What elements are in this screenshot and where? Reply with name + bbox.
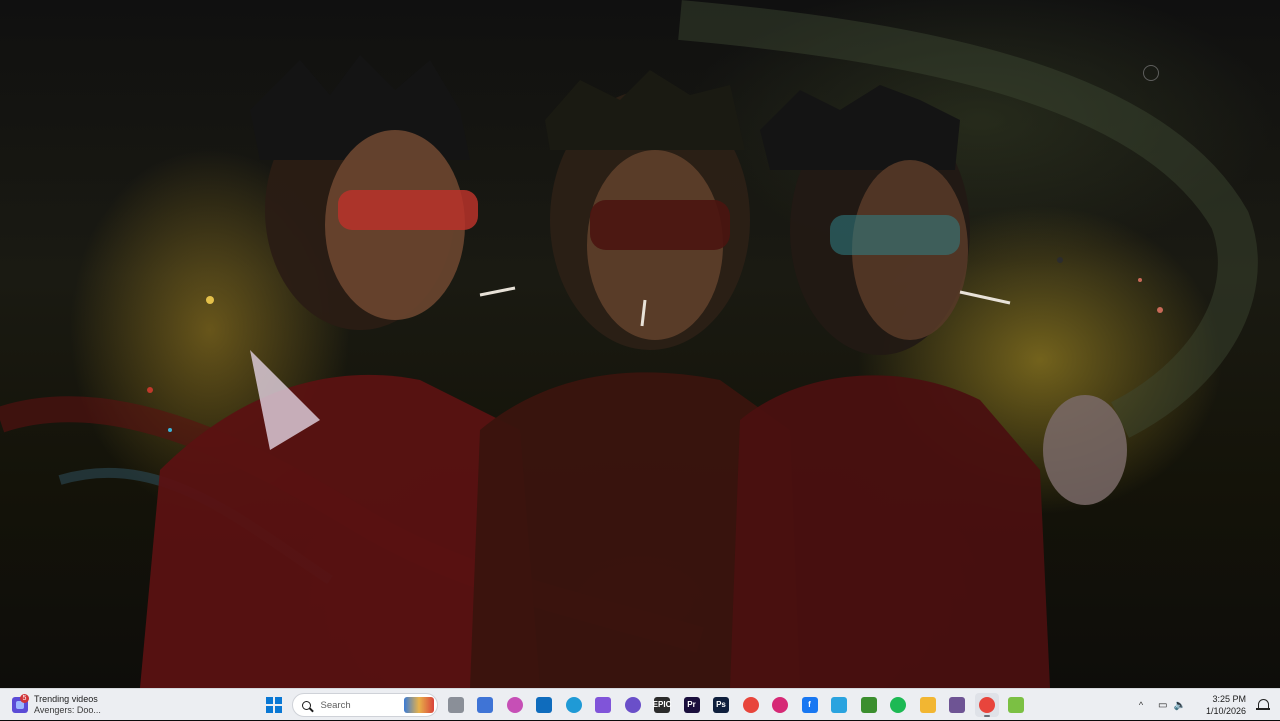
start-button[interactable] [262, 693, 286, 717]
widgets-button[interactable]: 5 Trending videos Avengers: Doo... [12, 692, 122, 718]
epic-games-icon: EPIC [653, 697, 671, 713]
photoshop-button[interactable]: Ps [709, 693, 733, 717]
epic-games-button[interactable]: EPIC [650, 693, 674, 717]
search-icon [301, 700, 311, 710]
pinned-apps: EPIC Pr Ps f [444, 693, 1034, 717]
file-explorer-icon [919, 697, 936, 713]
premiere-pro-button[interactable]: Pr [680, 693, 704, 717]
notifications-bell-icon[interactable] [1256, 698, 1270, 712]
edge-dev-button[interactable] [621, 693, 645, 717]
taskbar: 5 Trending videos Avengers: Doo... Searc… [0, 688, 1280, 720]
file-explorer-button[interactable] [916, 693, 940, 717]
search-highlight-icon [403, 697, 434, 713]
telegram-icon [831, 697, 847, 713]
instagram-button[interactable] [768, 693, 792, 717]
widget-subtitle: Avengers: Doo... [34, 705, 101, 715]
chrome-icon [742, 697, 759, 713]
m365-icon [595, 697, 611, 713]
clock-time: 3:25 PM [1212, 694, 1246, 704]
chrome-active-icon [978, 697, 995, 713]
microsoft-store-icon [477, 697, 493, 713]
desktop-wallpaper [0, 0, 1280, 688]
spotify-button[interactable] [886, 693, 910, 717]
chrome-button[interactable] [739, 693, 763, 717]
microsoft-store-button[interactable] [473, 693, 497, 717]
github-desktop-icon [949, 697, 965, 713]
volume-icon[interactable]: 🔈 [1174, 700, 1186, 711]
network-icon[interactable]: ▭ [1158, 700, 1167, 711]
chrome-active-button[interactable] [974, 693, 999, 717]
outlook-button[interactable] [532, 693, 556, 717]
edge-icon [565, 697, 582, 713]
widget-text: Trending videos Avengers: Doo... [34, 694, 101, 716]
facebook-button[interactable]: f [798, 693, 822, 717]
wallpaper-artwork [0, 0, 1258, 688]
instagram-icon [772, 697, 788, 713]
windows-logo-icon [266, 697, 282, 713]
clock-date: 1/10/2026 [1205, 706, 1246, 716]
file-explorer-doc-button[interactable] [444, 693, 468, 717]
telegram-button[interactable] [827, 693, 851, 717]
copilot-button[interactable] [503, 693, 527, 717]
photoshop-icon: Ps [713, 697, 729, 713]
copilot-icon [506, 697, 523, 713]
m365-button[interactable] [591, 693, 615, 717]
clock[interactable]: 3:25 PM 1/10/2026 [1206, 693, 1246, 717]
taskbar-app-strip: Search EPIC Pr Ps f [262, 693, 1034, 717]
widget-title: Trending videos [34, 694, 98, 704]
edge-dev-icon [624, 697, 641, 713]
search-box[interactable]: Search [291, 693, 438, 717]
spotify-icon [890, 697, 906, 713]
system-tray: ^ ▭ 🔈 3:25 PM 1/10/2026 [1134, 689, 1280, 721]
minecraft-button[interactable] [857, 693, 881, 717]
outlook-icon [536, 697, 552, 713]
search-placeholder: Search [320, 699, 351, 711]
facebook-icon: f [801, 697, 818, 713]
notification-badge: 5 [20, 694, 29, 703]
show-hidden-icons-button[interactable]: ^ [1134, 700, 1148, 710]
premiere-pro-icon: Pr [683, 697, 700, 713]
cube-app-button[interactable] [1004, 693, 1028, 717]
file-explorer-doc-icon [447, 697, 464, 713]
github-desktop-button[interactable] [945, 693, 969, 717]
cursor-ring-indicator [1143, 65, 1159, 81]
minecraft-icon [860, 697, 877, 713]
edge-button[interactable] [562, 693, 586, 717]
cube-app-icon [1008, 697, 1024, 713]
